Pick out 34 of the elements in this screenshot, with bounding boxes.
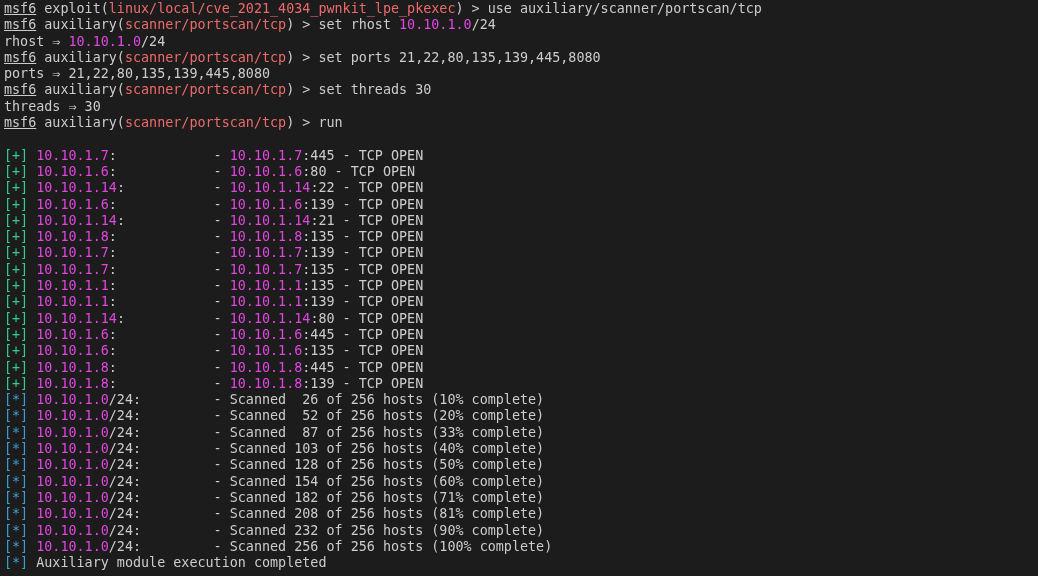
terminal-line: [+] 10.10.1.14: - 10.10.1.14:21 - TCP OPEN — [4, 212, 424, 230]
terminal-line: [+] 10.10.1.7: - 10.10.1.7:139 - TCP OPEN — [4, 245, 424, 262]
terminal-line: [+] 10.10.1.7: - 10.10.1.7:445 - TCP OPEN — [4, 147, 424, 164]
terminal-line: [*] 10.10.1.0/24: - Scanned 208 of 256 hosts (81% complete) — [4, 506, 545, 523]
terminal-line: [+] 10.10.1.8: - 10.10.1.8:139 - TCP OPEN — [4, 375, 424, 393]
terminal-line: msf6 exploit(linux/local/cve_2021_4034_pwnkit_lpe_pkexec) > use auxiliary/scanner/portscan/tcp — [4, 1, 762, 18]
terminal-line: [+] 10.10.1.14: - 10.10.1.14:80 - TCP OPEN — [4, 310, 424, 327]
terminal-line: [*] 10.10.1.0/24: - Scanned 232 of 256 hosts (90% complete) — [4, 522, 545, 539]
terminal-line: [+] 10.10.1.6: - 10.10.1.6:80 - TCP OPEN — [4, 163, 416, 181]
terminal-line: [+] 10.10.1.1: - 10.10.1.1:135 - TCP OPEN — [4, 278, 424, 295]
terminal-line: [*] 10.10.1.0/24: - Scanned 26 of 256 hosts (10% complete) — [4, 392, 545, 409]
terminal-line: [+] 10.10.1.6: - 10.10.1.6:135 - TCP OPEN — [4, 343, 424, 360]
terminal-line: [*] 10.10.1.0/24: - Scanned 103 of 256 hosts (40% complete) — [4, 441, 545, 458]
terminal-line: [+] 10.10.1.14: - 10.10.1.14:22 - TCP OPEN — [4, 180, 424, 197]
terminal-line: [*] 10.10.1.0/24: - Scanned 256 of 256 hosts (100% complete) — [4, 538, 553, 556]
terminal-line: msf6 auxiliary(scanner/portscan/tcp) > run — [4, 115, 343, 132]
terminal-line: [+] 10.10.1.1: - 10.10.1.1:139 - TCP OPEN — [4, 294, 424, 311]
terminal-line: [+] 10.10.1.7: - 10.10.1.7:135 - TCP OPEN — [4, 261, 424, 279]
terminal-line: msf6 auxiliary(scanner/portscan/tcp) > set rhost 10.10.1.0/24 — [4, 17, 496, 34]
terminal-line: [*] Auxiliary module execution completed — [4, 555, 327, 572]
terminal-line: [*] 10.10.1.0/24: - Scanned 128 of 256 hosts (50% complete) — [4, 457, 545, 474]
terminal-line: [*] 10.10.1.0/24: - Scanned 52 of 256 hosts (20% complete) — [4, 408, 545, 425]
terminal-line: [+] 10.10.1.6: - 10.10.1.6:139 - TCP OPEN — [4, 196, 424, 213]
terminal-line: [+] 10.10.1.8: - 10.10.1.8:445 - TCP OPEN — [4, 359, 424, 376]
terminal-line: rhost ⇒ 10.10.1.0/24 — [4, 33, 166, 50]
terminal-line: threads ⇒ 30 — [4, 98, 101, 116]
terminal-line: [*] 10.10.1.0/24: - Scanned 182 of 256 hosts (71% complete) — [4, 489, 545, 507]
terminal-line: msf6 auxiliary(scanner/portscan/tcp) > set threads 30 — [4, 82, 432, 99]
terminal-line: msf6 auxiliary(scanner/portscan/tcp) > set ports 21,22,80,135,139,445,8080 — [4, 49, 601, 67]
terminal-line: [*] 10.10.1.0/24: - Scanned 154 of 256 hosts (60% complete) — [4, 473, 545, 490]
terminal-line: [*] 10.10.1.0/24: - Scanned 87 of 256 hosts (33% complete) — [4, 424, 545, 441]
terminal-line: [+] 10.10.1.8: - 10.10.1.8:135 - TCP OPEN — [4, 229, 424, 246]
terminal-line: [+] 10.10.1.6: - 10.10.1.6:445 - TCP OPEN — [4, 326, 424, 344]
terminal-line: ports ⇒ 21,22,80,135,139,445,8080 — [4, 66, 271, 83]
